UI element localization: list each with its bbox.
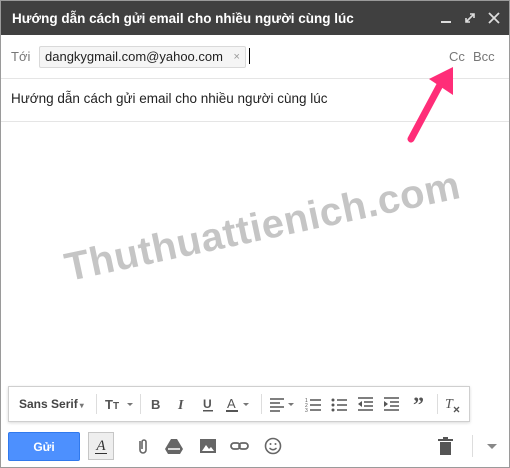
pointer-arrow-icon [407,67,453,143]
compose-titlebar[interactable]: Hướng dẫn cách gửi email cho nhiều người… [1,1,509,35]
svg-text:3: 3 [305,408,308,413]
font-family-select[interactable]: Sans Serif ▾ [19,397,84,411]
compose-title: Hướng dẫn cách gửi email cho nhiều người… [12,11,354,26]
indent-more-icon[interactable] [383,395,401,413]
svg-text:T: T [113,401,119,412]
bold-icon[interactable]: B [149,395,165,413]
numbered-list-icon[interactable]: 123 [305,395,323,414]
watermark: Thuthuattienich.com [61,163,465,291]
svg-text:”: ” [413,395,424,413]
message-body[interactable]: Thuthuattienich.com [1,122,509,382]
toolbar-divider [437,394,438,414]
trash-icon[interactable] [436,437,456,455]
formatting-toggle-icon[interactable]: A [88,432,114,460]
svg-text:T: T [445,397,454,412]
bcc-link[interactable]: Bcc [473,49,495,64]
recipient-chip[interactable]: dangkygmail.com@yahoo.com × [39,46,246,68]
remove-formatting-icon[interactable]: T [445,395,463,413]
formatting-toolbar: Sans Serif ▾ TT B I U A 123 ” T [8,386,470,422]
svg-text:U: U [203,397,212,411]
more-options-icon[interactable] [482,437,502,455]
svg-text:I: I [177,398,184,413]
pop-out-icon[interactable] [459,7,481,29]
bottom-divider [472,435,473,457]
compose-bottom-bar: Gửi A [1,425,509,467]
align-icon[interactable] [269,395,297,413]
remove-recipient-icon[interactable]: × [234,47,240,67]
toolbar-divider [261,394,262,414]
svg-text:T: T [105,397,113,412]
subject-field[interactable]: Hướng dẫn cách gửi email cho nhiều người… [11,91,328,106]
text-size-icon[interactable]: TT [105,395,135,413]
drive-icon[interactable] [164,437,184,455]
italic-icon[interactable]: I [175,395,191,413]
underline-icon[interactable]: U [201,395,217,413]
toolbar-divider [140,394,141,414]
to-label: Tới [11,49,31,64]
indent-less-icon[interactable] [357,395,375,413]
recipient-email: dangkygmail.com@yahoo.com [45,49,223,64]
emoji-icon[interactable] [263,437,283,455]
svg-text:A: A [227,396,236,411]
bulleted-list-icon[interactable] [331,395,349,413]
minimize-icon[interactable] [435,7,457,29]
close-icon[interactable] [483,7,505,29]
svg-text:B: B [151,397,160,412]
quote-icon[interactable]: ” [413,392,431,417]
photo-icon[interactable] [198,437,218,455]
compose-window: Hướng dẫn cách gửi email cho nhiều người… [0,0,510,468]
attach-icon[interactable] [133,437,153,455]
link-icon[interactable] [230,437,250,455]
toolbar-divider [96,394,97,414]
text-color-icon[interactable]: A [225,395,253,413]
text-cursor [249,48,250,64]
send-button[interactable]: Gửi [8,432,80,461]
